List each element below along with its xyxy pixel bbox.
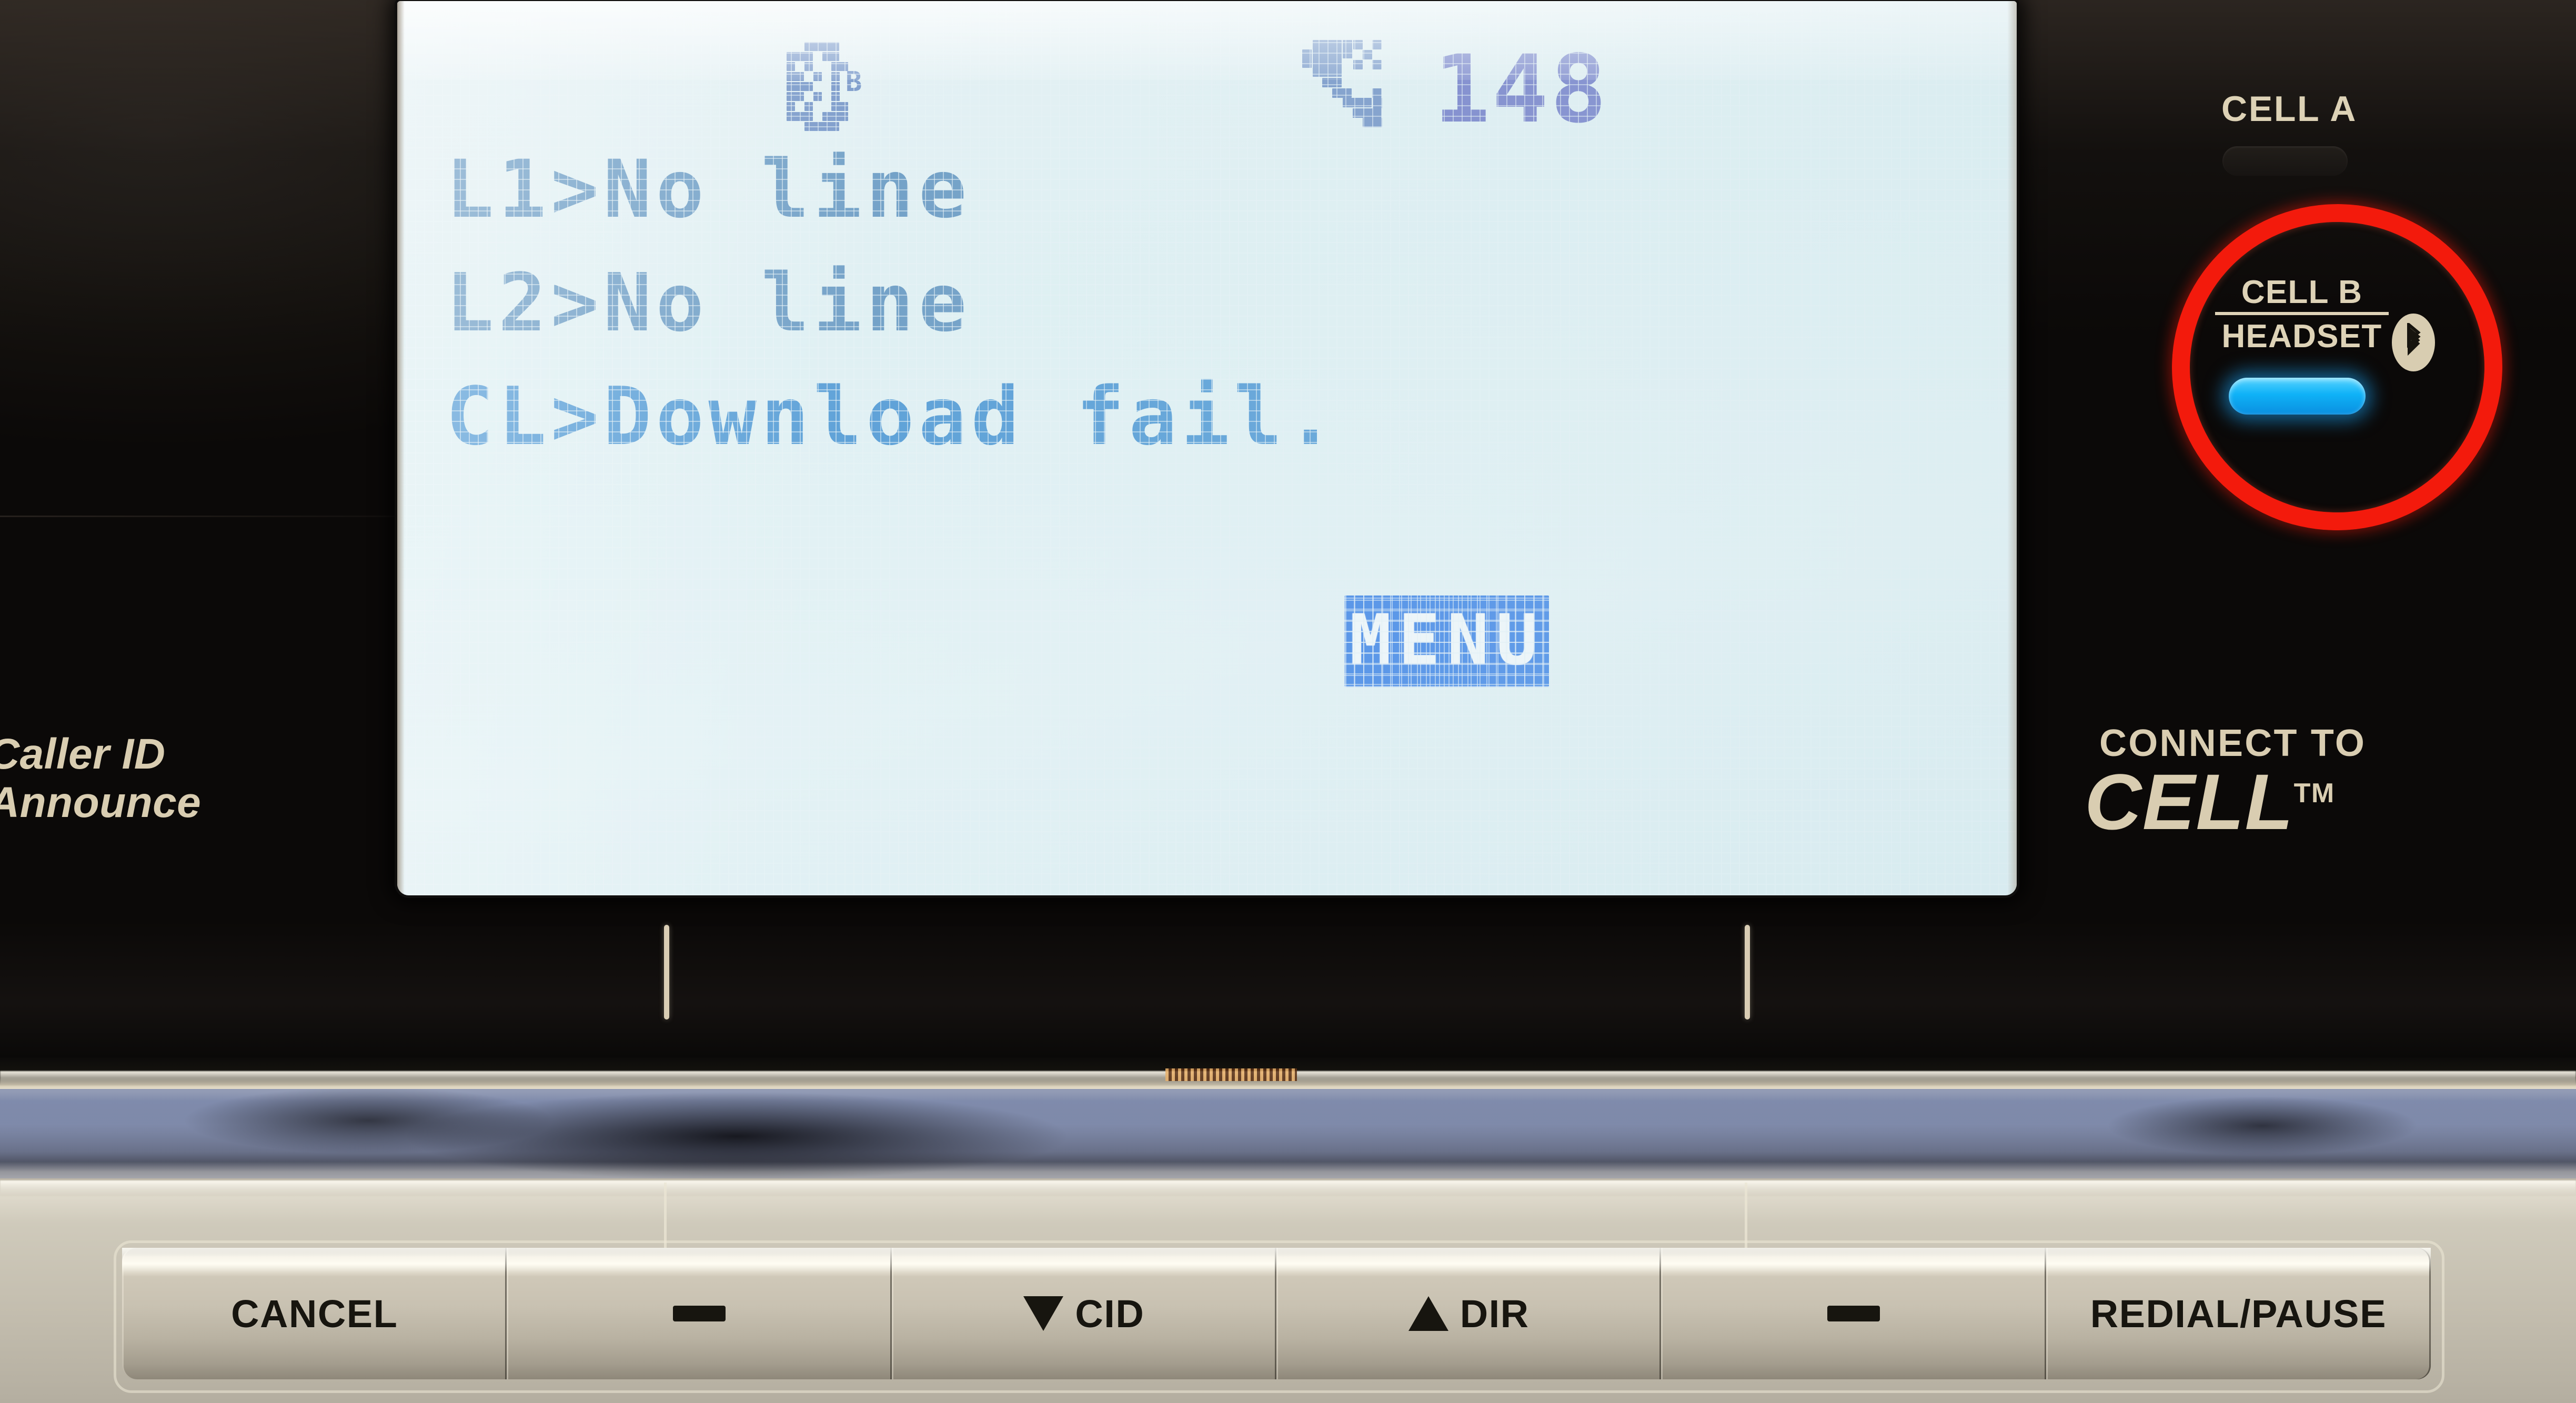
bluetooth-icon — [2392, 314, 2435, 371]
annotation-circle — [2161, 193, 2513, 542]
softkey-tick-right — [1745, 925, 1750, 1020]
lcd-softkey-row: MENU — [397, 595, 2017, 732]
caller-id-announce-label: Caller ID Announce — [0, 730, 202, 826]
dash-icon — [672, 1306, 726, 1321]
lcd-line-1: L1>No line — [446, 143, 971, 236]
status-bluetooth-group: B — [787, 42, 866, 142]
panel-seam-right — [1745, 1183, 1747, 1256]
key-panel-highlight — [0, 1180, 2576, 1196]
lcd-line-3: CL>Download fail. — [446, 370, 1339, 463]
dir-up-button[interactable]: DIR — [1276, 1248, 1662, 1379]
triangle-up-icon — [1408, 1296, 1448, 1331]
lcd-left-edge — [397, 1, 405, 895]
cell-b-label-line1: CELL B — [2241, 274, 2363, 310]
cell-a-led — [2222, 146, 2348, 176]
handset-missed-call-icon — [1302, 38, 1418, 138]
triangle-down-icon — [1023, 1296, 1064, 1331]
lcd-right-edge — [2007, 1, 2017, 895]
softkey-menu-label: MENU — [1350, 600, 1545, 681]
lcd-line-2: L2>No line — [446, 256, 971, 349]
panel-seam-left — [664, 1183, 667, 1256]
lcd-text-lines: L1>No line L2>No line CL>Download fail. — [446, 133, 1971, 473]
redial-pause-button[interactable]: REDIAL/PAUSE — [2046, 1248, 2431, 1379]
function-key-row: CANCEL CID DIR REDIAL/PAUSE — [122, 1248, 2431, 1379]
lcd-screen: B 148 L1>No line L2>No line CL>Download … — [397, 1, 2017, 895]
cell-b-divider — [2215, 312, 2389, 315]
dir-button-label: DIR — [1460, 1291, 1530, 1336]
trim-chip-detail — [1165, 1068, 1297, 1081]
cid-button-label: CID — [1075, 1291, 1145, 1336]
cell-b-led — [2229, 378, 2366, 415]
cancel-button[interactable]: CANCEL — [122, 1248, 507, 1379]
dash-button-right[interactable] — [1661, 1248, 2046, 1379]
missed-call-count: 148 — [1434, 35, 1609, 144]
bluetooth-suffix-letter: B — [846, 66, 862, 98]
connect-to-cell-logo: CELLTM — [2085, 756, 2335, 847]
cell-b-headset-button[interactable]: CELL B HEADSET — [2161, 193, 2513, 542]
status-missed-call-group: 148 — [1302, 35, 1607, 144]
cancel-button-label: CANCEL — [231, 1291, 398, 1336]
dash-icon — [1827, 1306, 1880, 1321]
cell-wordmark: CELL — [2085, 758, 2294, 846]
dash-button-left[interactable] — [507, 1248, 892, 1379]
cell-a-label: CELL A — [2221, 89, 2358, 129]
cid-down-button[interactable]: CID — [891, 1248, 1277, 1379]
cell-b-label-line2: HEADSET — [2221, 318, 2382, 355]
phone-base-unit-photo: B 148 L1>No line L2>No line CL>Download … — [0, 0, 2576, 1403]
lcd-status-bar: B 148 — [397, 33, 2017, 144]
trademark-mark: TM — [2293, 778, 2335, 809]
softkey-menu[interactable]: MENU — [1344, 595, 1549, 687]
softkey-tick-left — [664, 925, 669, 1020]
redial-pause-button-label: REDIAL/PAUSE — [2090, 1291, 2387, 1336]
